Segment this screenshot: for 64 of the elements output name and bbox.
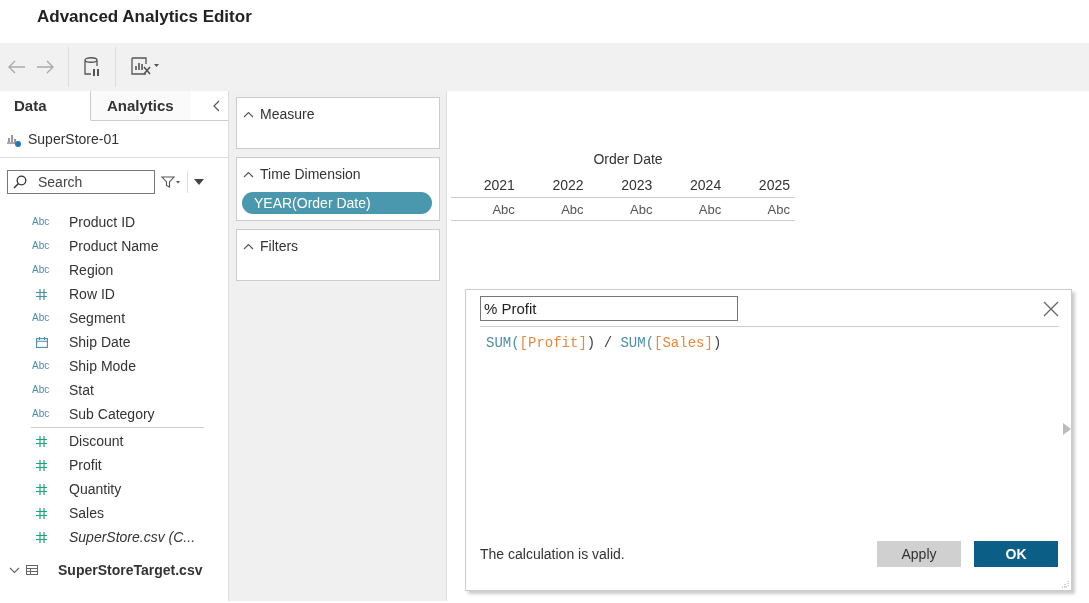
type-label: Abc [32,217,50,227]
number-field-icon [36,507,47,519]
table-cell-text: Abc [560,201,585,217]
table-name[interactable]: SuperStoreTarget.csv [58,562,203,578]
dimension-field[interactable]: Product Name [69,238,159,254]
dimension-field[interactable]: Ship Mode [69,358,136,374]
dimension-field[interactable]: Region [69,262,114,278]
dimension-field[interactable]: Stat [69,382,94,398]
measure-field[interactable]: Quantity [69,481,122,497]
column-header: 2025 [757,176,791,193]
calculation-name-field[interactable]: % Profit [480,296,738,321]
measure-field[interactable]: Profit [69,457,102,473]
pane-tab[interactable]: Analytics [91,91,191,121]
window-title: Advanced Analytics Editor [36,6,253,28]
measure-field[interactable]: Sales [69,505,105,521]
close-icon[interactable] [1043,300,1059,317]
formula-editor[interactable]: SUM([Profit]) / SUM([Sales]) [486,335,722,351]
column-header: 2024 [689,176,723,193]
collapse-caret-icon[interactable] [243,110,254,118]
data-source-name[interactable]: SuperStore-01 [28,131,120,147]
dimension-field[interactable]: Sub Category [69,406,155,422]
chart-clear-icon[interactable] [130,56,160,78]
type-label: Abc [32,385,50,395]
database-pause-icon[interactable] [83,56,101,78]
table-cell-text: Abc [766,201,791,217]
filter-icon[interactable] [161,176,181,188]
search-icon [13,175,27,189]
dimension-field[interactable]: Row ID [69,286,115,302]
table-cell-text: Abc [697,201,723,217]
type-label: Abc [32,265,50,275]
measure-field[interactable]: Discount [69,433,124,449]
dimension-field[interactable]: Ship Date [69,334,131,350]
shelf-title: Time Dimension [260,166,361,182]
number-field-icon [36,288,47,300]
column-header: 2023 [620,176,654,193]
dimension-field[interactable]: Product ID [69,214,136,230]
dropdown-caret-icon[interactable] [194,179,204,185]
expand-chevron-icon[interactable] [9,566,20,574]
number-field-icon [36,483,47,495]
table-cell-text: Abc [629,201,654,217]
calendar-icon [36,336,48,348]
ok-button[interactable]: OK [974,541,1058,567]
search-field[interactable]: Search [7,170,155,194]
type-label: Abc [32,409,50,419]
number-field-icon [36,435,47,447]
dimension-field[interactable]: Segment [69,310,126,326]
collapse-caret-icon[interactable] [243,242,254,250]
column-header-title: Order Date [592,151,664,169]
column-header: 2022 [551,176,585,193]
validation-message: The calculation is valid. [480,546,626,562]
type-label: Abc [32,361,50,371]
apply-button[interactable]: Apply [877,541,961,567]
table-icon [26,565,38,575]
column-header: 2021 [482,176,516,193]
type-label: Abc [32,241,50,251]
number-field-icon [36,531,47,543]
measure-field[interactable]: SuperStore.csv (C... [69,529,196,545]
collapse-caret-icon[interactable] [243,170,254,178]
shelf-title: Measure [260,106,315,122]
shelf-title: Filters [260,238,299,254]
number-field-icon [36,459,47,471]
resize-grip-icon[interactable] [1061,580,1069,588]
type-label: Abc [32,313,50,323]
table-cell-text: Abc [491,201,516,217]
